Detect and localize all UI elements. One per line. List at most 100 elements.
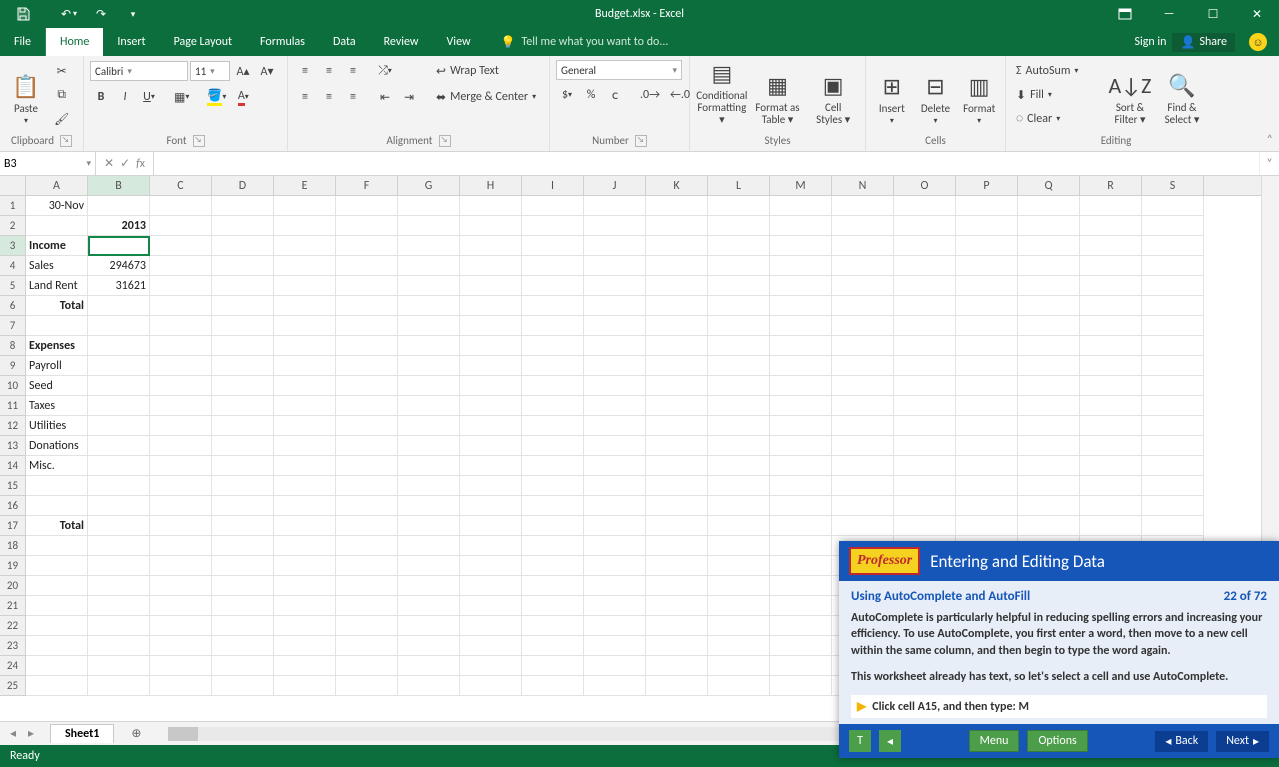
- cell[interactable]: [212, 636, 274, 656]
- cell[interactable]: [1142, 296, 1204, 316]
- cell[interactable]: [1080, 396, 1142, 416]
- cell[interactable]: [398, 236, 460, 256]
- cell[interactable]: [584, 456, 646, 476]
- cell[interactable]: [584, 576, 646, 596]
- cell[interactable]: [832, 316, 894, 336]
- name-box[interactable]: B3▾: [0, 152, 96, 175]
- cell[interactable]: [212, 396, 274, 416]
- cell[interactable]: [1018, 456, 1080, 476]
- cell[interactable]: [1142, 516, 1204, 536]
- cell[interactable]: [26, 636, 88, 656]
- cell[interactable]: [274, 416, 336, 436]
- cell[interactable]: [150, 676, 212, 696]
- row-header[interactable]: 4: [0, 256, 26, 276]
- cell[interactable]: [708, 576, 770, 596]
- cell[interactable]: [832, 416, 894, 436]
- cell[interactable]: [832, 236, 894, 256]
- cell[interactable]: [460, 316, 522, 336]
- cell[interactable]: [274, 336, 336, 356]
- cell[interactable]: [646, 316, 708, 336]
- cell[interactable]: [212, 656, 274, 676]
- cell[interactable]: [1018, 336, 1080, 356]
- row-header[interactable]: 8: [0, 336, 26, 356]
- cell[interactable]: [1018, 356, 1080, 376]
- cell[interactable]: [1018, 436, 1080, 456]
- row-header[interactable]: 2: [0, 216, 26, 236]
- cell[interactable]: [150, 436, 212, 456]
- cell[interactable]: [88, 356, 150, 376]
- cell[interactable]: [398, 216, 460, 236]
- cell[interactable]: [956, 516, 1018, 536]
- cell[interactable]: [708, 636, 770, 656]
- feedback-smiley-icon[interactable]: ☺: [1249, 33, 1267, 51]
- cell[interactable]: [646, 236, 708, 256]
- cell[interactable]: [584, 556, 646, 576]
- font-color-button[interactable]: A▾: [232, 86, 254, 108]
- cell[interactable]: [460, 276, 522, 296]
- cell[interactable]: [398, 436, 460, 456]
- save-icon[interactable]: [8, 3, 38, 25]
- cell[interactable]: [708, 376, 770, 396]
- cell[interactable]: [336, 216, 398, 236]
- conditional-formatting-button[interactable]: ▤ConditionalFormatting ▾: [696, 60, 748, 128]
- cell[interactable]: [708, 556, 770, 576]
- cell[interactable]: [584, 656, 646, 676]
- cell[interactable]: [832, 216, 894, 236]
- close-icon[interactable]: ✕: [1235, 0, 1279, 28]
- cell[interactable]: [26, 496, 88, 516]
- cell[interactable]: [708, 516, 770, 536]
- cell[interactable]: [522, 496, 584, 516]
- cell[interactable]: Taxes: [26, 396, 88, 416]
- percent-format-icon[interactable]: %: [580, 84, 602, 106]
- cell[interactable]: [150, 636, 212, 656]
- column-header[interactable]: L: [708, 176, 770, 195]
- cell[interactable]: [1142, 336, 1204, 356]
- cell[interactable]: [460, 416, 522, 436]
- column-header[interactable]: Q: [1018, 176, 1080, 195]
- cell[interactable]: [1080, 456, 1142, 476]
- column-header[interactable]: S: [1142, 176, 1204, 195]
- cell[interactable]: [1080, 316, 1142, 336]
- cell[interactable]: [1080, 296, 1142, 316]
- cell[interactable]: [88, 676, 150, 696]
- cell[interactable]: [150, 316, 212, 336]
- cell[interactable]: [1142, 356, 1204, 376]
- cell[interactable]: [460, 636, 522, 656]
- cell[interactable]: [88, 476, 150, 496]
- decrease-font-icon[interactable]: A▾: [256, 60, 278, 82]
- cell[interactable]: [584, 596, 646, 616]
- cell[interactable]: [894, 436, 956, 456]
- cell[interactable]: [150, 216, 212, 236]
- cell[interactable]: [88, 296, 150, 316]
- cell[interactable]: [584, 256, 646, 276]
- cell[interactable]: [398, 656, 460, 676]
- cell[interactable]: [646, 396, 708, 416]
- cell[interactable]: [894, 476, 956, 496]
- redo-icon[interactable]: ↷: [86, 3, 116, 25]
- cell[interactable]: [584, 296, 646, 316]
- cell[interactable]: [88, 416, 150, 436]
- cell[interactable]: [1142, 496, 1204, 516]
- cell[interactable]: [150, 556, 212, 576]
- cell[interactable]: [894, 216, 956, 236]
- cell[interactable]: 294673: [88, 256, 150, 276]
- share-button[interactable]: 👤 Share: [1172, 33, 1235, 52]
- cell[interactable]: [274, 216, 336, 236]
- cell[interactable]: [398, 596, 460, 616]
- cell[interactable]: [88, 516, 150, 536]
- cell[interactable]: [398, 276, 460, 296]
- column-header[interactable]: R: [1080, 176, 1142, 195]
- column-header[interactable]: G: [398, 176, 460, 195]
- cell[interactable]: [584, 396, 646, 416]
- row-header[interactable]: 14: [0, 456, 26, 476]
- cell[interactable]: [584, 676, 646, 696]
- number-launcher[interactable]: [635, 135, 647, 147]
- cell[interactable]: [212, 416, 274, 436]
- cell[interactable]: [274, 436, 336, 456]
- cell[interactable]: [894, 236, 956, 256]
- cell[interactable]: [274, 396, 336, 416]
- bold-button[interactable]: B: [90, 86, 112, 108]
- cell[interactable]: [646, 296, 708, 316]
- cell[interactable]: [460, 616, 522, 636]
- cell[interactable]: [212, 376, 274, 396]
